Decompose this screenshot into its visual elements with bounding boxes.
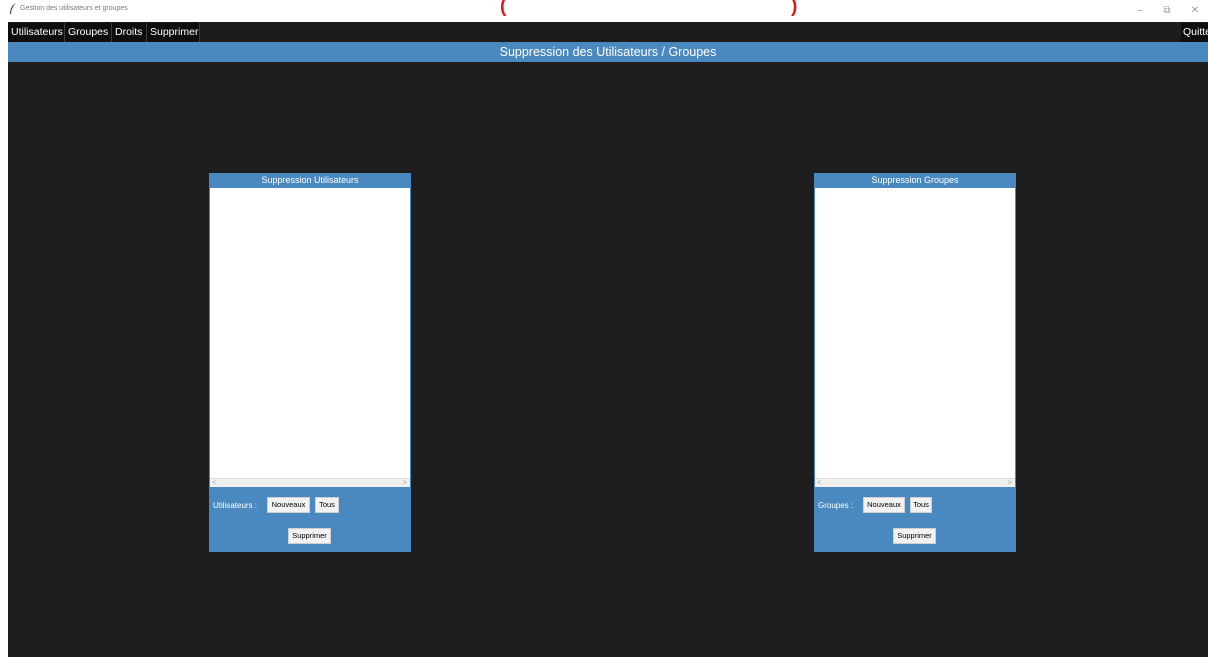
feather-icon: [10, 3, 16, 14]
groups-delete-button[interactable]: Supprimer: [893, 528, 936, 544]
users-all-button[interactable]: Tous: [315, 497, 339, 513]
page-title: Suppression des Utilisateurs / Groupes: [8, 42, 1208, 62]
users-horizontal-scrollbar[interactable]: < >: [210, 478, 410, 487]
groups-panel-title: Suppression Groupes: [871, 175, 959, 185]
menu-bar: Utilisateurs Groupes Droits Supprimer Qu…: [8, 22, 1208, 42]
menu-item-supprimer[interactable]: Supprimer: [147, 23, 200, 42]
main-area: Suppression des Utilisateurs / Groupes S…: [8, 42, 1208, 657]
groups-new-button[interactable]: Nouveaux: [863, 497, 905, 513]
groups-horizontal-scrollbar[interactable]: < >: [815, 478, 1015, 487]
close-button[interactable]: ✕: [1188, 4, 1202, 18]
overlay-close-paren: ): [791, 0, 798, 17]
groups-panel: Suppression Groupes < > Groupes : Nouvea…: [814, 173, 1016, 552]
users-delete-button[interactable]: Supprimer: [288, 528, 331, 544]
users-panel: Suppression Utilisateurs < > Utilisateur…: [209, 173, 411, 552]
users-listbox[interactable]: [210, 188, 410, 478]
scroll-left-arrow-icon[interactable]: <: [817, 478, 822, 487]
groups-filter-label: Groupes :: [818, 501, 854, 510]
users-filter-label: Utilisateurs :: [213, 501, 258, 510]
window-title: Gestion des utilisateurs et groupes: [20, 5, 128, 12]
menu-item-utilisateurs[interactable]: Utilisateurs: [8, 23, 65, 42]
menu-item-groupes[interactable]: Groupes: [65, 23, 112, 42]
overlay-open-paren: (: [500, 0, 507, 17]
minimize-button[interactable]: –: [1133, 4, 1147, 18]
restore-button[interactable]: ⧉: [1160, 4, 1174, 18]
users-panel-title: Suppression Utilisateurs: [261, 175, 359, 185]
scroll-right-arrow-icon[interactable]: >: [402, 478, 407, 487]
groups-listbox[interactable]: [815, 188, 1015, 478]
quit-button[interactable]: Quitter: [1181, 23, 1208, 42]
app-window: Gestion des utilisateurs et groupes ( ) …: [0, 0, 1208, 657]
scroll-right-arrow-icon[interactable]: >: [1007, 478, 1012, 487]
menu-item-droits[interactable]: Droits: [112, 23, 147, 42]
users-new-button[interactable]: Nouveaux: [267, 497, 310, 513]
title-bar: Gestion des utilisateurs et groupes ( ) …: [0, 0, 1208, 22]
groups-all-button[interactable]: Tous: [910, 497, 932, 513]
scroll-left-arrow-icon[interactable]: <: [212, 478, 217, 487]
